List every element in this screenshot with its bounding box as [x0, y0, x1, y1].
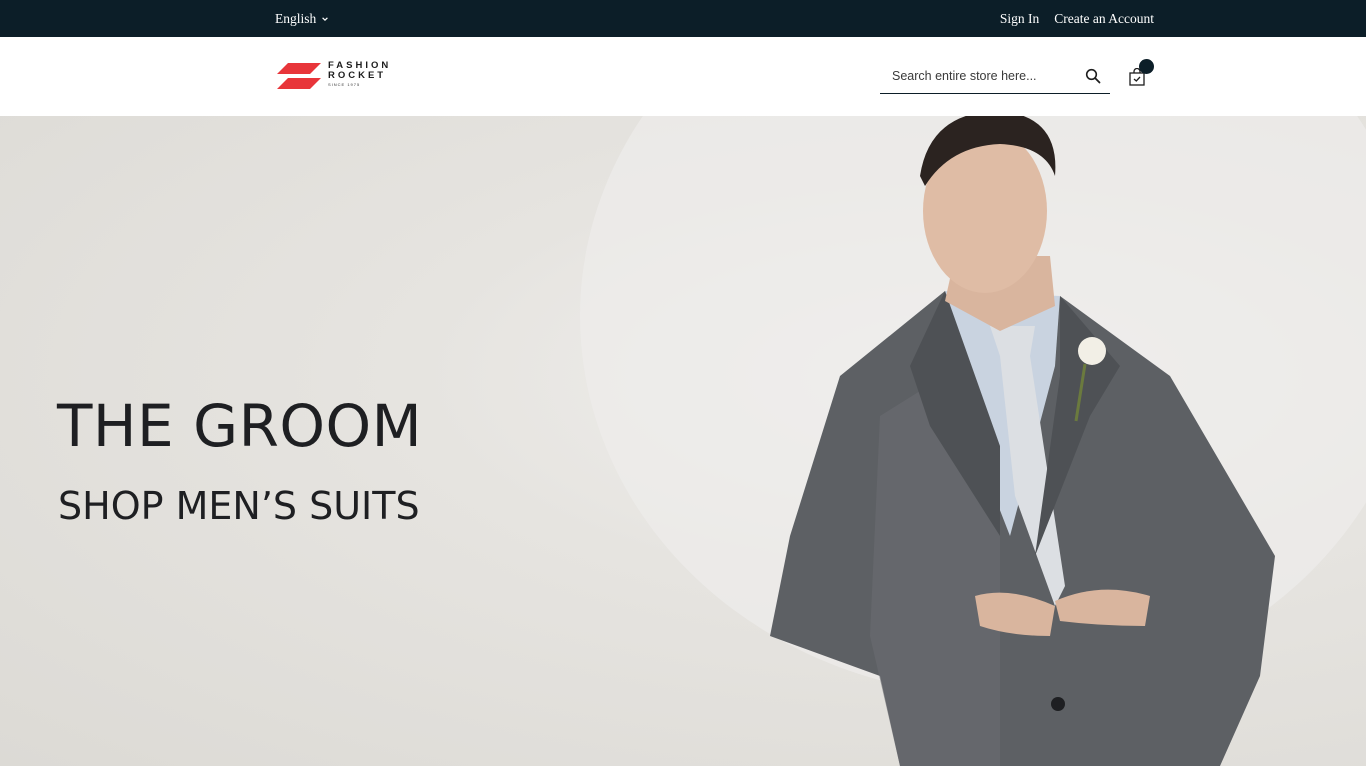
site-logo[interactable]: FASHION ROCKET SINCE 1975 [276, 60, 396, 92]
rocket-logo-icon [277, 63, 321, 89]
search-bar [880, 59, 1110, 94]
cart-button[interactable] [1127, 59, 1155, 89]
cart-count-badge [1139, 59, 1154, 74]
hero-title: THE GROOM [57, 392, 423, 460]
account-links: Sign In Create an Account [1000, 0, 1154, 37]
hero-subtitle[interactable]: SHOP MEN’S SUITS [58, 484, 420, 528]
logo-wordmark: FASHION ROCKET SINCE 1975 [328, 61, 391, 89]
search-input[interactable] [880, 59, 1080, 93]
logo-since: SINCE 1975 [328, 82, 361, 87]
logo-line-2: ROCKET [328, 70, 387, 81]
language-label: English [275, 10, 317, 26]
create-account-link[interactable]: Create an Account [1054, 11, 1154, 27]
search-icon[interactable] [1085, 68, 1101, 84]
sign-in-link[interactable]: Sign In [1000, 11, 1039, 27]
site-header: FASHION ROCKET SINCE 1975 [0, 37, 1366, 116]
chevron-down-icon [322, 16, 329, 21]
hero-banner[interactable]: THE GROOM SHOP MEN’S SUITS [0, 116, 1366, 766]
top-bar: English Sign In Create an Account [0, 0, 1366, 37]
language-switcher[interactable]: English [275, 0, 329, 37]
